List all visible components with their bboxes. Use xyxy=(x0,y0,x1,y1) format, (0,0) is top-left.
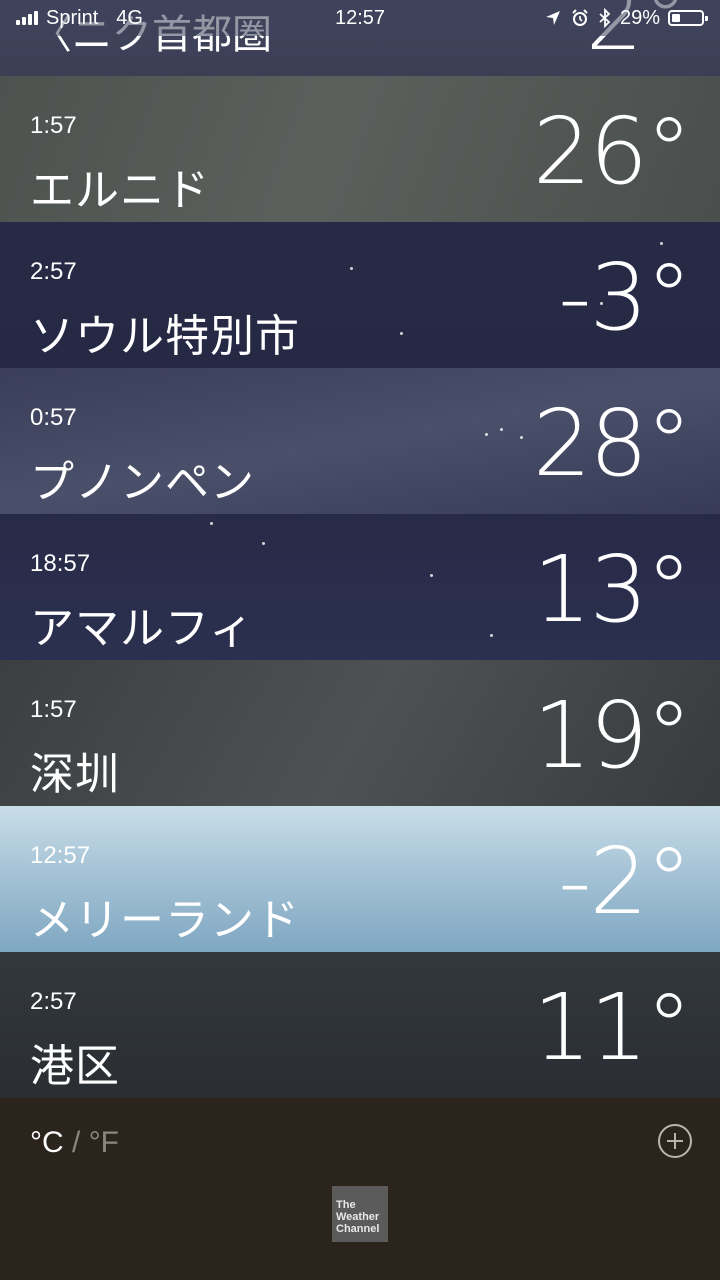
city-local-time: 18:57 xyxy=(30,550,91,577)
unit-toggle[interactable]: °C / °F xyxy=(30,1126,119,1160)
network-label: 4G xyxy=(116,6,143,29)
city-temperature: 11° xyxy=(532,974,692,1081)
city-name: メリーランド xyxy=(30,896,300,945)
city-temperature: 19° xyxy=(532,682,692,789)
city-local-time: 2:57 xyxy=(30,258,77,285)
city-name: エルニド xyxy=(30,166,210,215)
bluetooth-icon xyxy=(599,8,611,28)
city-row-maryland[interactable]: 12:57 メリーランド -2° xyxy=(0,806,720,952)
city-temperature: -2° xyxy=(558,828,692,935)
city-name: ソウル特別市 xyxy=(30,312,300,361)
unit-fahrenheit[interactable]: °F xyxy=(89,1126,119,1159)
city-name: 深圳 xyxy=(30,750,120,799)
logo-line: Weather xyxy=(336,1211,380,1223)
carrier-label: Sprint xyxy=(46,6,99,29)
city-row-minato[interactable]: 2:57 港区 11° xyxy=(0,952,720,1098)
city-row-shenzhen[interactable]: 1:57 深圳 19° xyxy=(0,660,720,806)
alarm-icon xyxy=(572,9,588,26)
city-row-seoul[interactable]: 2:57 ソウル特別市 -3° xyxy=(0,222,720,368)
footer-bar: °C / °F The Weather Channel xyxy=(0,1098,720,1280)
battery-icon xyxy=(668,10,708,26)
city-temperature: -3° xyxy=(558,244,692,351)
city-name: プノンペン xyxy=(30,458,255,507)
battery-percent: 29% xyxy=(619,6,660,29)
city-temperature: 26° xyxy=(532,98,692,205)
signal-icon xyxy=(16,11,38,25)
city-local-time: 2:57 xyxy=(30,988,77,1015)
city-temperature: 13° xyxy=(532,536,692,643)
plus-circle-icon[interactable] xyxy=(658,1124,692,1158)
city-local-time: 12:57 xyxy=(30,842,91,869)
city-local-time: 0:57 xyxy=(30,404,77,431)
unit-celsius[interactable]: °C xyxy=(30,1126,64,1159)
city-name: アマルフィ xyxy=(30,604,255,653)
logo-line: Channel xyxy=(336,1223,380,1235)
location-arrow-icon xyxy=(545,11,560,25)
city-local-time: 1:57 xyxy=(30,696,77,723)
city-row-elnido[interactable]: 1:57 エルニド 26° xyxy=(0,76,720,222)
unit-separator: / xyxy=(63,1126,89,1159)
weather-channel-logo[interactable]: The Weather Channel xyxy=(332,1186,388,1242)
city-temperature: 28° xyxy=(532,390,692,497)
city-name: 港区 xyxy=(30,1042,120,1091)
logo-line: The xyxy=(336,1199,356,1211)
status-bar: Sprint 4G 12:57 29% xyxy=(0,0,720,36)
city-row-phnom-penh[interactable]: 0:57 プノンペン 28° xyxy=(0,368,720,514)
city-list: 1:57 エルニド 26° 2:57 ソウル特別市 -3° 0:57 プノンペン… xyxy=(0,76,720,1098)
city-local-time: 1:57 xyxy=(30,112,77,139)
city-row-amalfi[interactable]: 18:57 アマルフィ 13° xyxy=(0,514,720,660)
